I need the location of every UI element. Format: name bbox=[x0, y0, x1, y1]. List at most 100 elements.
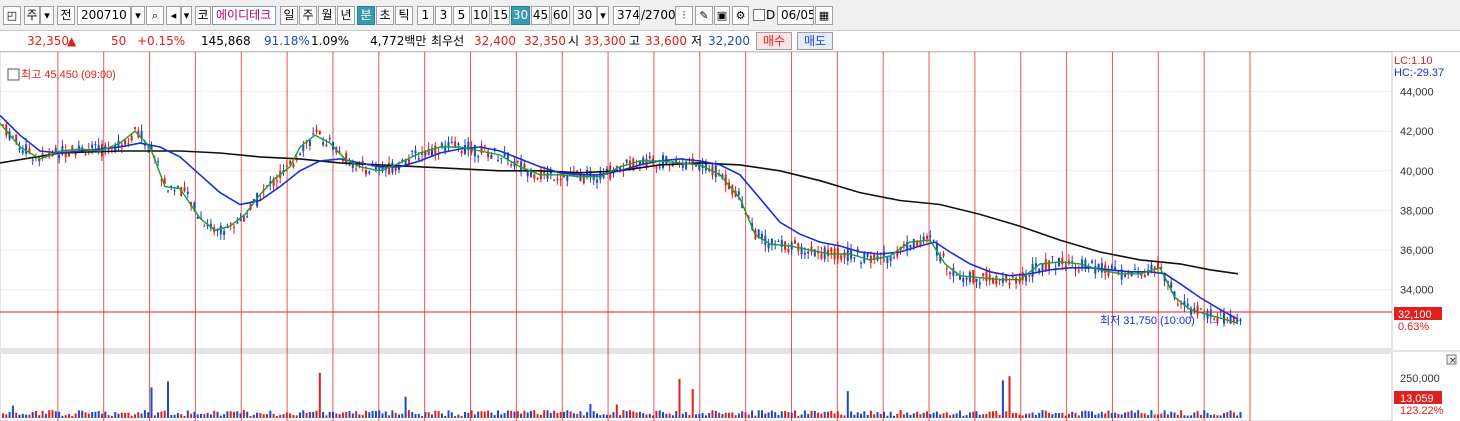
candle-type-icon[interactable]: ⫶ bbox=[675, 6, 693, 25]
volume-bar bbox=[421, 415, 424, 418]
interval-button-1[interactable]: 1 bbox=[417, 6, 434, 25]
volume-bar bbox=[830, 410, 833, 418]
price-axis-tick: 44,000 bbox=[1400, 87, 1434, 99]
volume-bar bbox=[556, 413, 559, 418]
sell-button[interactable]: 매도 bbox=[797, 32, 833, 50]
date-checkbox[interactable] bbox=[753, 9, 765, 21]
date-input[interactable]: 06/05 bbox=[777, 6, 814, 25]
interval-button-15[interactable]: 15 bbox=[491, 6, 510, 25]
volume-bar bbox=[1193, 412, 1196, 418]
draw-tool-icon[interactable]: ✎ bbox=[695, 6, 713, 25]
volume-bar bbox=[480, 411, 483, 418]
volume-bar bbox=[91, 411, 94, 418]
period-tab-minute[interactable]: 분 bbox=[357, 6, 375, 25]
search-icon[interactable]: ⌕ bbox=[146, 6, 164, 25]
candle-body bbox=[450, 141, 453, 143]
close-icon[interactable]: × bbox=[1449, 356, 1457, 366]
interval-dropdown-icon[interactable]: ▾ bbox=[597, 6, 609, 25]
volume-bar bbox=[1061, 412, 1064, 418]
period-tab-year[interactable]: 년 bbox=[337, 6, 355, 25]
volume-bar bbox=[1117, 413, 1120, 418]
prev-button[interactable]: 전 bbox=[57, 6, 75, 25]
price-axis: 44,000 42,000 40,000 38,000 36,000 34,000 bbox=[1400, 87, 1434, 297]
interval-button-10[interactable]: 10 bbox=[471, 6, 490, 25]
volume-bar bbox=[975, 411, 978, 418]
volume-bar bbox=[559, 412, 562, 418]
buy-button[interactable]: 매수 bbox=[756, 32, 792, 50]
price-chart[interactable]: 44,000 42,000 40,000 38,000 36,000 34,000 최고 … bbox=[0, 52, 1460, 421]
code-dropdown-icon[interactable]: ▾ bbox=[131, 6, 145, 25]
interval-button-60[interactable]: 60 bbox=[551, 6, 570, 25]
volume-bar bbox=[1100, 411, 1103, 418]
change-arrow-icon: ▲ bbox=[67, 34, 77, 48]
interval-button-30[interactable]: 30 bbox=[511, 6, 530, 25]
code-input[interactable]: 200710 bbox=[77, 6, 131, 25]
volume-bar bbox=[665, 413, 668, 418]
volume-bar bbox=[827, 411, 829, 418]
candle-body bbox=[490, 154, 493, 159]
volume-bar bbox=[671, 415, 674, 418]
volume-bar bbox=[163, 410, 166, 418]
period-tab-month[interactable]: 월 bbox=[318, 6, 336, 25]
candle-body bbox=[860, 262, 862, 264]
save-icon[interactable]: ▣ bbox=[714, 6, 730, 25]
chevron-down-icon[interactable]: ▾ bbox=[40, 6, 54, 25]
calendar-icon[interactable]: ▦ bbox=[815, 6, 833, 25]
interval-button-3[interactable]: 3 bbox=[435, 6, 452, 25]
candle-body bbox=[516, 161, 519, 163]
candle-body bbox=[157, 161, 160, 163]
volume-bar bbox=[955, 413, 958, 418]
interval-button-45[interactable]: 45 bbox=[531, 6, 550, 25]
volume-bar bbox=[487, 410, 490, 418]
volume-bar bbox=[157, 412, 160, 418]
volume-bar bbox=[539, 414, 542, 418]
candle-body bbox=[127, 143, 130, 145]
volume-bar bbox=[200, 413, 202, 418]
candle-body bbox=[1005, 275, 1008, 282]
volume-bar bbox=[708, 413, 711, 418]
count-input[interactable]: 374 bbox=[613, 6, 640, 25]
volume-bar bbox=[728, 412, 730, 418]
candle-body bbox=[308, 140, 311, 147]
candle-body bbox=[1150, 264, 1153, 270]
volume-bar bbox=[183, 415, 186, 418]
volume-bar bbox=[1219, 415, 1222, 418]
volume-bar bbox=[137, 412, 140, 418]
stock-name-field[interactable]: 에이디테크 bbox=[212, 6, 276, 25]
candle-body bbox=[658, 166, 661, 168]
candle-body bbox=[322, 142, 325, 146]
volume-bar bbox=[533, 410, 536, 418]
gear-icon[interactable]: ⚙ bbox=[732, 6, 749, 25]
volume-bar bbox=[1206, 412, 1209, 418]
candle-body bbox=[325, 144, 328, 147]
volume-bar bbox=[381, 413, 384, 418]
volume-bar bbox=[58, 411, 61, 418]
candle-body bbox=[655, 167, 658, 169]
interval-button-5[interactable]: 5 bbox=[453, 6, 470, 25]
volume-bar bbox=[681, 413, 684, 418]
candle-body bbox=[1100, 263, 1103, 273]
candle-body bbox=[1199, 308, 1202, 310]
period-tab-week[interactable]: 주 bbox=[299, 6, 317, 25]
volume-bar bbox=[718, 412, 721, 418]
price-axis-tick: 38,000 bbox=[1400, 205, 1434, 217]
interval-input[interactable]: 30 bbox=[573, 6, 597, 25]
volume-bar bbox=[995, 411, 998, 418]
speaker-icon[interactable]: ◂ bbox=[166, 6, 181, 25]
low-label: 저 bbox=[691, 34, 703, 48]
volume-bar bbox=[1213, 414, 1216, 418]
volume-bar bbox=[236, 411, 239, 418]
candle-body bbox=[203, 225, 206, 227]
market-type-select[interactable]: 주 bbox=[24, 6, 40, 25]
period-tab-day[interactable]: 일 bbox=[280, 6, 298, 25]
period-tab-second[interactable]: 초 bbox=[376, 6, 394, 25]
period-tab-tick[interactable]: 틱 bbox=[395, 6, 413, 25]
speaker-dropdown-icon[interactable]: ▾ bbox=[181, 6, 192, 25]
volume-bar bbox=[893, 415, 895, 418]
volume-bar bbox=[173, 414, 176, 418]
hc-label: HC:-29.37 bbox=[1394, 67, 1444, 79]
window-icon[interactable]: ◰ bbox=[3, 6, 21, 25]
volume-bar bbox=[998, 414, 1001, 418]
trade-amount: 4,772백만 bbox=[370, 34, 427, 48]
volume-bar bbox=[949, 415, 952, 418]
